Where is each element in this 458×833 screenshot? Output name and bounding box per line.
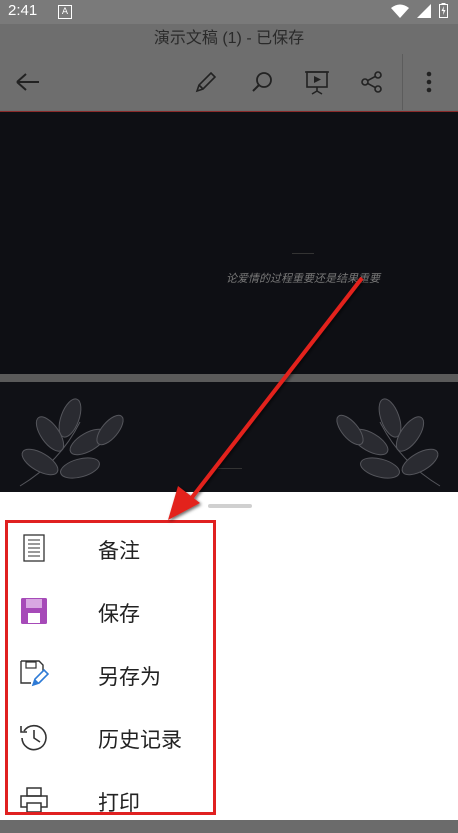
menu-item-notes[interactable]: 备注 [0,518,458,581]
status-icons [391,3,448,18]
wifi-icon [391,4,409,18]
more-vertical-icon[interactable] [413,66,445,98]
menu-item-print[interactable]: 打印 [0,770,458,833]
status-bar: 2:41 A [0,0,458,24]
leaf-decoration-icon [19,398,441,487]
slideshow-icon[interactable] [301,66,333,98]
menu-item-label: 历史记录 [98,727,182,752]
top-toolbar [0,54,458,110]
cellular-icon [417,3,431,18]
battery-icon [439,3,448,18]
notification-icon: A [58,5,72,19]
menu-item-history[interactable]: 历史记录 [0,707,458,770]
print-icon [18,784,50,816]
back-arrow-icon[interactable] [12,66,44,98]
slide-separator [0,374,458,382]
document-title: 演示文稿 (1) - 已保存 [0,24,458,54]
menu-list: 备注 保存 另存为 历史记录 打印 [0,518,458,833]
save-as-icon [18,658,50,690]
toolbar-divider [402,54,403,110]
slide-2[interactable] [0,382,458,492]
history-icon [18,721,50,753]
menu-item-label: 保存 [98,601,140,626]
notes-icon [18,532,50,564]
slide-1-title-line [292,253,314,254]
save-icon [18,595,50,627]
menu-item-save[interactable]: 保存 [0,581,458,644]
bottom-sheet-menu: 备注 保存 另存为 历史记录 打印 [0,492,458,820]
slide-1-subtitle: 论爱情的过程重要还是结果重要 [226,272,380,285]
pencil-icon[interactable] [190,66,222,98]
menu-item-save-as[interactable]: 另存为 [0,644,458,707]
search-icon[interactable] [246,66,278,98]
share-icon[interactable] [356,66,388,98]
menu-item-label: 备注 [98,538,140,563]
menu-item-label: 打印 [98,790,140,815]
menu-item-label: 另存为 [98,664,161,689]
sheet-drag-handle[interactable] [208,504,252,508]
slide-1[interactable]: 论爱情的过程重要还是结果重要 [0,111,458,375]
status-time: 2:41 [8,2,38,19]
